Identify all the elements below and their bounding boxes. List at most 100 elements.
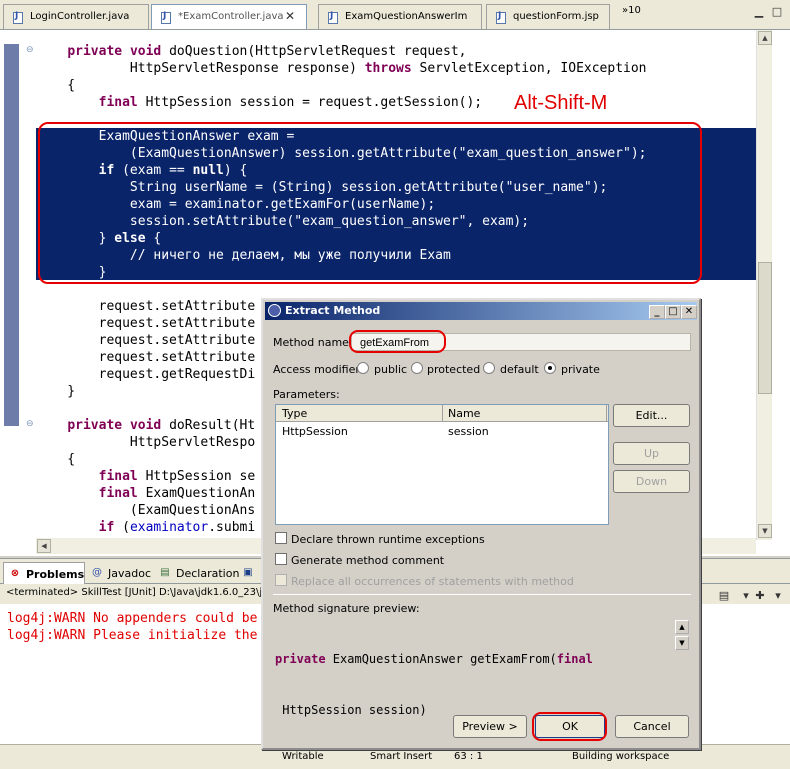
code-token-kw: final	[98, 469, 138, 484]
tab-label: Problems	[26, 568, 85, 581]
display-console-icon[interactable]: ▤	[716, 588, 732, 604]
minimize-icon[interactable]: _	[649, 305, 665, 319]
code-token-kw: final	[98, 486, 138, 501]
scroll-left-icon[interactable]: ◀	[37, 539, 51, 553]
signature-preview: private ExamQuestionAnswer getExamFrom(f…	[273, 617, 675, 717]
tab-javadoc[interactable]: @ Javadoc	[86, 562, 152, 584]
tab-label: ExamQuestionAnswerIm	[345, 11, 468, 22]
dropdown-icon[interactable]: ▾	[770, 588, 786, 604]
code-token-kw: if	[98, 520, 115, 535]
generate-comment-label: Generate method comment	[291, 554, 445, 567]
code-token: request.setAttribute	[36, 316, 256, 331]
code-token: ServletException, IOException	[411, 61, 647, 76]
scroll-thumb[interactable]	[758, 262, 772, 394]
radio-protected[interactable]	[411, 362, 423, 374]
tab-declaration[interactable]: ▤ Declaration	[154, 562, 239, 584]
tab-exam-question-answer[interactable]: ExamQuestionAnswerIm	[318, 4, 482, 29]
column-name[interactable]: Name	[448, 407, 480, 420]
method-name-highlight-annotation	[349, 330, 446, 353]
fold-icon[interactable]: ⊖	[26, 46, 34, 55]
column-type[interactable]: Type	[282, 407, 307, 420]
ok-highlight-annotation	[532, 712, 607, 741]
overview-ruler	[772, 30, 790, 556]
code-token-kw: void	[129, 44, 162, 59]
declare-exceptions-label: Declare thrown runtime exceptions	[291, 533, 485, 546]
tab-console[interactable]: ▣	[237, 562, 261, 584]
signature-preview-label: Method signature preview:	[273, 602, 420, 615]
extract-method-dialog: Extract Method _ □ ✕ Method name: Access…	[261, 298, 701, 750]
tab-login-controller[interactable]: LoginController.java	[3, 4, 149, 29]
radio-public[interactable]	[357, 362, 369, 374]
method-name-label: Method name:	[273, 336, 353, 349]
fold-icon[interactable]: ⊖	[26, 420, 34, 429]
tab-question-form[interactable]: questionForm.jsp	[486, 4, 610, 29]
selection-highlight-annotation	[38, 122, 702, 284]
code-token: {	[36, 78, 76, 93]
minimize-icon[interactable]: ▁	[752, 6, 766, 19]
edit-button[interactable]: Edit...	[613, 404, 690, 427]
down-button[interactable]: Down	[613, 470, 690, 493]
code-token: }	[36, 384, 76, 399]
code-token-kw: final	[98, 95, 138, 110]
signature-token: ExamQuestionAnswer getExamFrom(	[325, 652, 557, 666]
parameters-table[interactable]: Type Name HttpSession session	[275, 404, 609, 525]
scroll-up-icon[interactable]: ▲	[758, 31, 772, 45]
radio-private[interactable]	[544, 362, 556, 374]
editor-tab-bar: LoginController.java *ExamController.jav…	[0, 0, 790, 30]
close-icon[interactable]: ✕	[285, 9, 295, 23]
code-token: ExamQuestionAn	[137, 486, 256, 501]
tab-label: *ExamController.java	[178, 11, 284, 22]
code-token: request.getRequestDi	[36, 367, 256, 382]
dialog-title: Extract Method	[285, 304, 381, 317]
scroll-down-icon[interactable]: ▼	[675, 636, 689, 650]
java-file-icon	[328, 11, 338, 24]
quick-diff-ruler	[4, 44, 19, 426]
column-divider	[442, 405, 443, 422]
replace-occurrences-label: Replace all occurrences of statements wi…	[291, 575, 574, 588]
scroll-up-icon[interactable]: ▲	[675, 620, 689, 634]
table-row[interactable]: HttpSession session	[276, 423, 608, 440]
problems-icon: ⊗	[10, 568, 20, 579]
table-header: Type Name	[276, 405, 608, 422]
preview-button[interactable]: Preview >	[453, 715, 527, 738]
generate-comment-checkbox[interactable]	[275, 553, 287, 565]
java-file-icon	[13, 11, 23, 24]
code-token: HttpServletResponse response)	[36, 61, 365, 76]
scroll-down-icon[interactable]: ▼	[758, 524, 772, 538]
dialog-title-bar[interactable]: Extract Method _ □ ✕	[265, 302, 697, 320]
code-line: private void doQuestion(HttpServletReque…	[36, 43, 647, 60]
new-console-icon[interactable]: ✚	[752, 588, 768, 604]
radio-private-label: private	[561, 363, 600, 376]
column-divider	[606, 405, 607, 422]
replace-occurrences-checkbox[interactable]	[275, 574, 287, 586]
console-icon: ▣	[243, 567, 253, 578]
radio-default[interactable]	[483, 362, 495, 374]
code-token-kw: private	[67, 44, 123, 59]
code-token: (ExamQuestionAns	[36, 503, 256, 518]
up-button[interactable]: Up	[613, 442, 690, 465]
parameters-label: Parameters:	[273, 388, 340, 401]
vertical-scrollbar[interactable]: ▲ ▼	[756, 30, 772, 540]
tab-exam-controller[interactable]: *ExamController.java ✕	[151, 4, 307, 29]
code-token: request.setAttribute	[36, 299, 256, 314]
java-file-icon	[161, 11, 171, 24]
radio-protected-label: protected	[427, 363, 481, 376]
close-icon[interactable]: ✕	[681, 305, 697, 319]
code-token-kw: void	[129, 418, 162, 433]
signature-token: final	[556, 652, 593, 666]
maximize-icon[interactable]: □	[665, 305, 681, 319]
param-type: HttpSession	[282, 425, 348, 438]
access-modifier-label: Access modifier:	[273, 363, 364, 376]
eclipse-icon	[268, 304, 281, 317]
maximize-icon[interactable]: □	[770, 6, 784, 19]
tab-problems[interactable]: ⊗ Problems	[3, 562, 85, 584]
tab-overflow-button[interactable]: »10	[622, 5, 641, 16]
declare-exceptions-checkbox[interactable]	[275, 532, 287, 544]
cancel-button[interactable]: Cancel	[615, 715, 689, 738]
